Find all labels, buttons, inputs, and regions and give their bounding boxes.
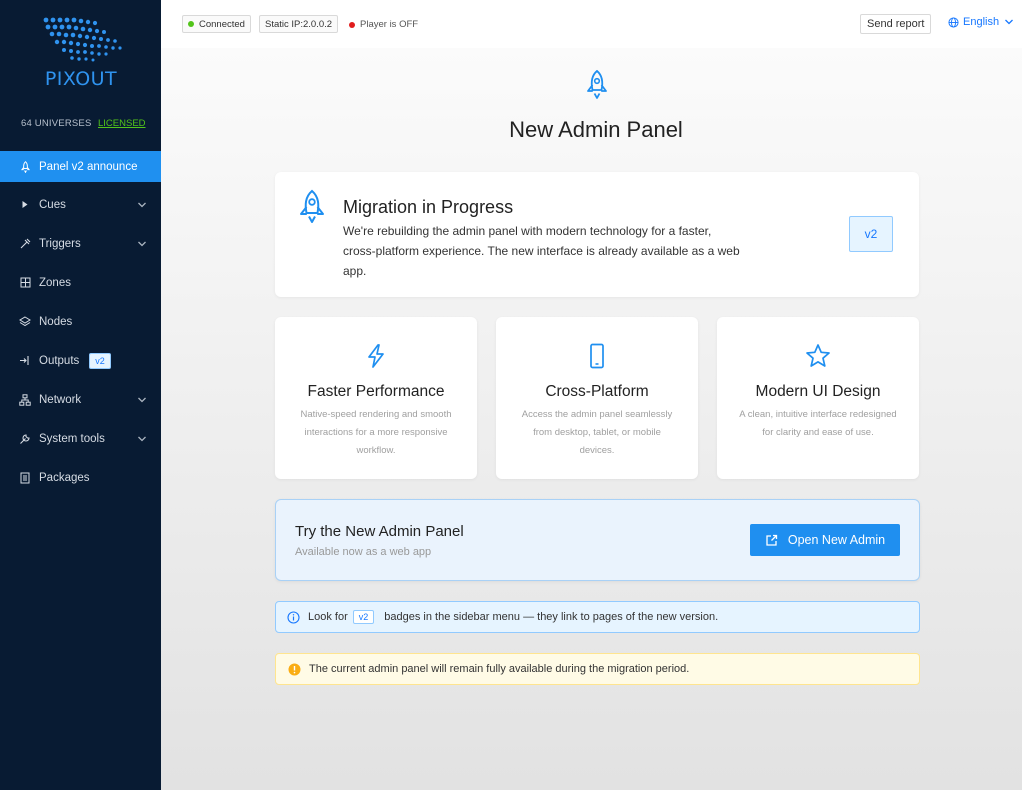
feature-title: Modern UI Design	[755, 383, 881, 400]
status-ok-dot	[188, 21, 194, 27]
static-ip-text: Static IP:2.0.0.2	[265, 18, 333, 30]
globe-icon	[948, 16, 959, 28]
v2-badge[interactable]: v2	[89, 352, 111, 369]
star-icon	[806, 344, 830, 367]
pixout-logo[interactable]: PIXOUT	[36, 14, 126, 90]
sidebar-item-triggers[interactable]: Triggers	[0, 224, 161, 263]
language-label: English	[963, 16, 1000, 28]
sidebar-item-system-tools[interactable]: System tools	[0, 419, 161, 458]
top-header: Connected Static IP:2.0.0.2 Player is OF…	[161, 0, 1022, 48]
open-new-admin-label: Open New Admin	[787, 533, 886, 547]
open-new-admin-button[interactable]: Open New Admin	[750, 524, 900, 556]
sidebar: PIXOUT 64 UNIVERSES LICENSED Panel v2 an…	[0, 0, 161, 790]
package-icon	[19, 472, 31, 484]
sidebar-item-nodes[interactable]: Nodes	[0, 302, 161, 341]
feature-card-modern-ui: Modern UI Design A clean, intuitive inte…	[717, 317, 919, 479]
sidebar-item-label: System tools	[39, 432, 105, 445]
migration-description: We're rebuilding the admin panel with mo…	[343, 224, 740, 278]
chevron-down-icon[interactable]	[137, 396, 147, 404]
feature-card-cross-platform: Cross-Platform Access the admin panel se…	[496, 317, 698, 479]
output-icon	[19, 355, 31, 367]
feature-description: A clean, intuitive interface redesigned …	[739, 409, 897, 438]
sidebar-item-label: Panel v2 announce	[39, 160, 138, 173]
migration-card: Migration in Progress We're rebuilding t…	[275, 172, 919, 297]
player-status: Player is OFF	[349, 19, 418, 30]
universe-count: 64 UNIVERSES	[21, 118, 92, 129]
logo-wordmark: PIXOUT	[44, 68, 118, 90]
mobile-icon	[590, 343, 604, 369]
grid-icon	[19, 277, 31, 289]
connection-status-badge: Connected	[182, 15, 251, 33]
play-icon	[19, 199, 31, 211]
language-selector[interactable]: English	[948, 16, 1014, 28]
feature-title: Faster Performance	[307, 383, 445, 400]
rocket-icon	[300, 189, 324, 223]
page-title: New Admin Panel	[509, 117, 683, 142]
network-icon	[19, 393, 31, 406]
nodes-icon	[19, 316, 31, 328]
sidebar-item-zones[interactable]: Zones	[0, 263, 161, 302]
v2-badge: v2	[849, 216, 893, 252]
connection-status-text: Connected	[199, 18, 245, 30]
try-title: Try the New Admin Panel	[295, 523, 464, 540]
sidebar-item-label: Nodes	[39, 315, 73, 328]
player-status-text: Player is OFF	[360, 19, 419, 30]
try-new-admin-panel: Try the New Admin Panel Available now as…	[275, 499, 920, 581]
rocket-icon	[19, 160, 31, 173]
license-link[interactable]: LICENSED	[98, 118, 146, 129]
warning-icon	[288, 663, 301, 675]
try-subtitle: Available now as a web app	[295, 546, 432, 558]
sidebar-item-label: Cues	[39, 198, 66, 211]
info-alert: Look for v2 badges in the sidebar menu —…	[275, 601, 920, 633]
feature-description: Access the admin panel seamlessly from d…	[521, 409, 673, 456]
wrench-icon	[19, 433, 31, 445]
feature-title: Cross-Platform	[545, 383, 649, 400]
warning-alert: The current admin panel will remain full…	[275, 653, 920, 685]
sidebar-item-cues[interactable]: Cues	[0, 185, 161, 224]
sidebar-nav: Panel v2 announce Cues Triggers Zones No…	[0, 151, 161, 497]
rocket-icon	[587, 69, 607, 99]
send-report-button[interactable]: Send report	[860, 14, 932, 34]
sidebar-item-panel-v2-announce[interactable]: Panel v2 announce	[0, 151, 161, 182]
sidebar-item-label: Triggers	[39, 237, 81, 250]
info-text-after: badges in the sidebar menu — they link t…	[384, 611, 719, 623]
info-icon	[287, 610, 300, 624]
chevron-down-icon[interactable]	[137, 201, 147, 209]
sidebar-item-packages[interactable]: Packages	[0, 458, 161, 497]
logo-dots-graphic	[43, 17, 122, 62]
static-ip-badge: Static IP:2.0.0.2	[259, 15, 339, 33]
sidebar-item-network[interactable]: Network	[0, 380, 161, 419]
info-text-before: Look for	[308, 611, 348, 623]
migration-title: Migration in Progress	[343, 197, 514, 217]
sidebar-item-label: Packages	[39, 471, 90, 484]
status-off-dot	[349, 21, 355, 28]
external-link-icon	[766, 534, 778, 546]
sidebar-item-outputs[interactable]: Outputs v2	[0, 341, 161, 380]
trigger-icon	[19, 238, 31, 250]
feature-description: Native-speed rendering and smooth intera…	[300, 409, 452, 456]
v2-badge: v2	[352, 610, 375, 624]
chevron-down-icon[interactable]	[137, 240, 147, 248]
sidebar-item-label: Network	[39, 393, 82, 406]
feature-card-performance: Faster Performance Native-speed renderin…	[275, 317, 477, 479]
warning-text: The current admin panel will remain full…	[309, 663, 690, 675]
lightning-icon	[368, 344, 384, 368]
sidebar-item-label: Outputs	[39, 354, 80, 367]
main-content: New Admin Panel Migration in Progress We…	[161, 48, 1022, 790]
sidebar-item-label: Zones	[39, 276, 71, 289]
chevron-down-icon	[1005, 19, 1014, 25]
chevron-down-icon[interactable]	[137, 435, 147, 443]
